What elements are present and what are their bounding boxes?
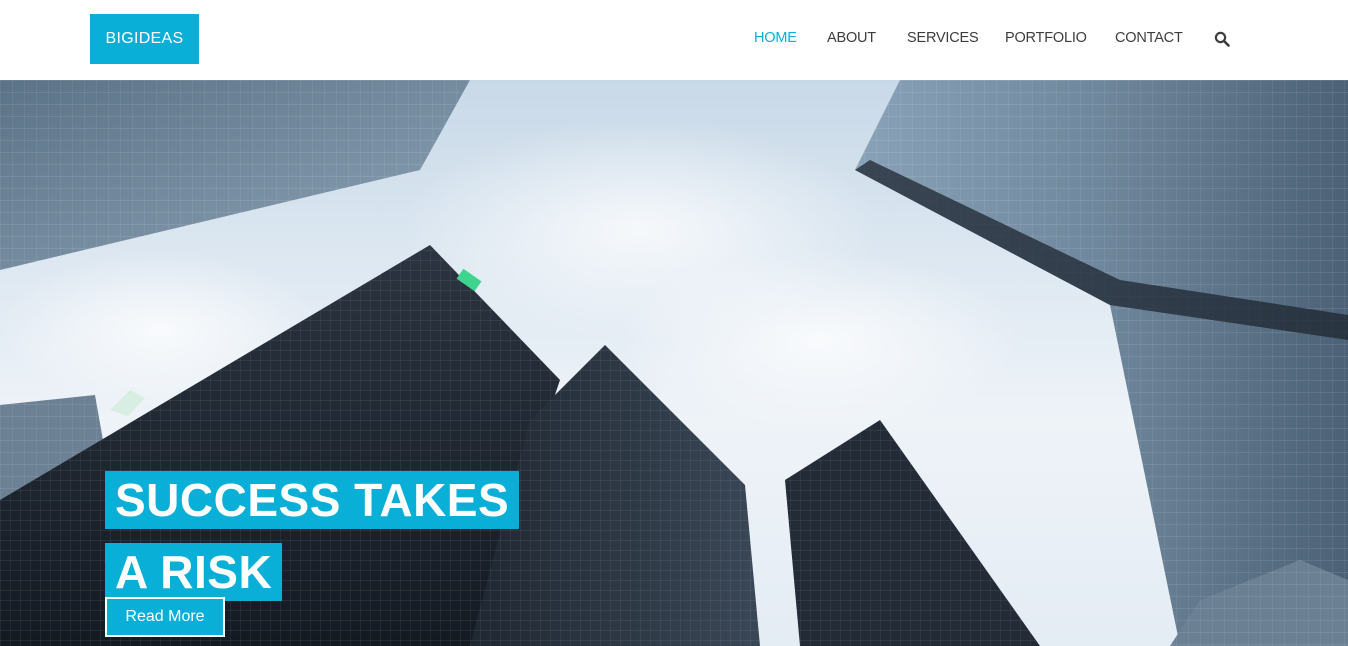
main-nav: HOME ABOUT SERVICES PORTFOLIO CONTACT [0, 0, 1348, 80]
nav-about[interactable]: ABOUT [827, 30, 876, 46]
hero-headline-line-1: SUCCESS TAKES [105, 470, 520, 529]
nav-contact[interactable]: CONTACT [1115, 30, 1183, 46]
nav-home[interactable]: HOME [754, 30, 797, 46]
nav-portfolio[interactable]: PORTFOLIO [1005, 30, 1087, 46]
read-more-button[interactable]: Read More [105, 597, 225, 637]
search-icon[interactable] [1214, 31, 1232, 49]
hero-section: SUCCESS TAKES A RISK Read More [0, 80, 1348, 646]
hero-headline-line-2: A RISK [105, 542, 283, 601]
nav-services[interactable]: SERVICES [907, 30, 979, 46]
site-header: BIGIDEAS HOME ABOUT SERVICES PORTFOLIO C… [0, 0, 1348, 80]
